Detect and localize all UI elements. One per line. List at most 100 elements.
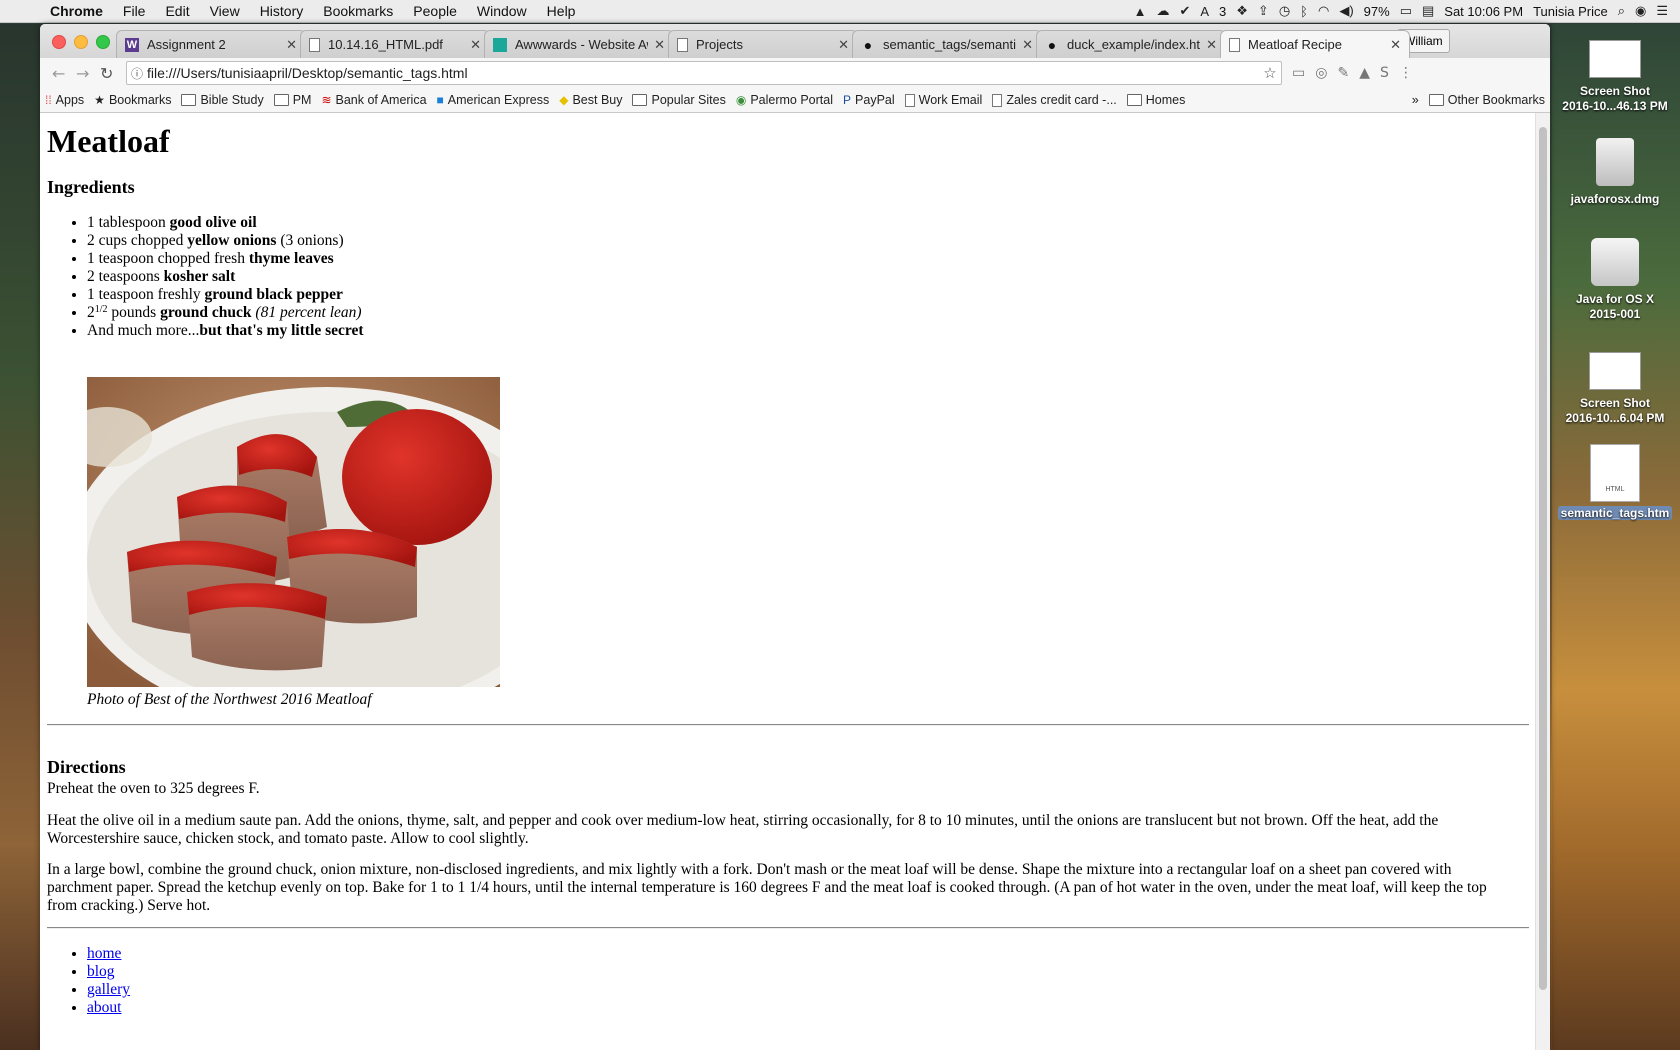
directions-heading: Directions bbox=[47, 757, 126, 777]
us-flag-icon[interactable]: ▤ bbox=[1422, 3, 1434, 19]
bookmark-star-icon[interactable]: ☆ bbox=[1259, 64, 1281, 82]
drive-icon[interactable]: ▲ bbox=[1134, 4, 1147, 19]
tab-projects[interactable]: Projects ✕ bbox=[668, 30, 858, 58]
scrollbar-thumb[interactable] bbox=[1539, 127, 1547, 990]
bookmark-label: Bible Study bbox=[200, 93, 264, 107]
bookmark-palermo-portal[interactable]: ◉ Palermo Portal bbox=[731, 93, 838, 107]
page-icon bbox=[992, 93, 1003, 107]
volume-icon[interactable]: ◀) bbox=[1339, 3, 1353, 19]
info-icon[interactable]: ⓘ bbox=[127, 65, 147, 82]
desktop-icon-label: 2016-10...46.13 PM bbox=[1562, 99, 1668, 113]
bookmark-popular-sites[interactable]: Popular Sites bbox=[627, 93, 730, 107]
close-tab-icon[interactable]: ✕ bbox=[838, 37, 849, 53]
tab-html-pdf[interactable]: 10.14.16_HTML.pdf ✕ bbox=[300, 30, 490, 58]
menu-help[interactable]: Help bbox=[537, 3, 586, 19]
bookmark-american-express[interactable]: ■ American Express bbox=[432, 93, 555, 107]
address-bar[interactable]: ⓘ file:///Users/tunisiaapril/Desktop/sem… bbox=[126, 61, 1282, 85]
menu-window[interactable]: Window bbox=[467, 3, 537, 19]
bookmark-homes[interactable]: Homes bbox=[1122, 93, 1191, 107]
checkmark-icon[interactable]: ✔ bbox=[1179, 3, 1190, 19]
bookmark-paypal[interactable]: P PayPal bbox=[838, 93, 900, 107]
menu-bookmarks[interactable]: Bookmarks bbox=[313, 3, 403, 19]
page-scrollbar[interactable] bbox=[1535, 113, 1550, 1050]
close-window-button[interactable] bbox=[52, 35, 66, 49]
bookmark-label: PM bbox=[292, 93, 312, 107]
ingredient-amount: 2 cups chopped bbox=[87, 232, 188, 249]
tab-assignment-2[interactable]: W Assignment 2 ✕ bbox=[116, 30, 306, 58]
bookmark-label: Homes bbox=[1145, 93, 1186, 107]
skype-icon[interactable]: S bbox=[1380, 65, 1389, 81]
bookmark-bible-study[interactable]: Bible Study bbox=[176, 93, 268, 107]
time-machine-icon[interactable]: ◷ bbox=[1279, 3, 1290, 19]
close-tab-icon[interactable]: ✕ bbox=[1206, 37, 1217, 53]
bluetooth-icon[interactable]: ᛒ bbox=[1300, 4, 1308, 19]
extension-icon[interactable]: ◎ bbox=[1315, 65, 1327, 81]
menu-view[interactable]: View bbox=[200, 3, 250, 19]
maximize-window-button[interactable] bbox=[96, 35, 110, 49]
close-tab-icon[interactable]: ✕ bbox=[1390, 37, 1401, 53]
dropbox-icon[interactable]: ❖ bbox=[1236, 3, 1248, 19]
disk-image-icon bbox=[1591, 238, 1639, 286]
creative-cloud-icon[interactable]: ☁ bbox=[1156, 3, 1169, 19]
desktop-icon-javaforosx-dmg[interactable]: javaforosx.dmg bbox=[1555, 138, 1675, 207]
forward-arrow-icon[interactable]: → bbox=[76, 64, 89, 83]
notification-center-icon[interactable]: ☰ bbox=[1656, 3, 1668, 19]
nav-link-gallery[interactable]: gallery bbox=[87, 981, 130, 998]
user-name[interactable]: Tunisia Price bbox=[1533, 4, 1608, 19]
bookmarks-overflow-button[interactable]: » bbox=[1407, 93, 1424, 107]
address-url[interactable]: file:///Users/tunisiaapril/Desktop/seman… bbox=[147, 65, 1259, 81]
back-arrow-icon[interactable]: ← bbox=[52, 64, 65, 83]
wifi-icon[interactable]: ◠ bbox=[1318, 3, 1329, 19]
nav-link-blog[interactable]: blog bbox=[87, 963, 115, 980]
cast-icon[interactable]: ▭ bbox=[1292, 65, 1305, 81]
menu-history[interactable]: History bbox=[250, 3, 314, 19]
tab-semantic-tags[interactable]: ● semantic_tags/semantic ✕ bbox=[852, 30, 1042, 58]
battery-percent[interactable]: 97% bbox=[1364, 4, 1390, 19]
apps-grid-icon: ⁞⁞ bbox=[45, 93, 52, 107]
bookmark-pm[interactable]: PM bbox=[269, 93, 317, 107]
nav-link-home[interactable]: home bbox=[87, 945, 121, 962]
spotlight-search-icon[interactable]: ⌕ bbox=[1618, 3, 1625, 19]
desktop-icon-screenshot-2[interactable]: Screen Shot 2016-10...6.04 PM bbox=[1555, 352, 1675, 426]
close-tab-icon[interactable]: ✕ bbox=[1022, 37, 1033, 53]
close-tab-icon[interactable]: ✕ bbox=[654, 37, 665, 53]
menu-file[interactable]: File bbox=[113, 3, 156, 19]
menu-people[interactable]: People bbox=[403, 3, 467, 19]
bookmark-other-bookmarks[interactable]: Other Bookmarks bbox=[1424, 93, 1550, 107]
chrome-menu-icon[interactable]: ⋮ bbox=[1399, 65, 1413, 81]
ingredient-amount: 1 teaspoon chopped fresh bbox=[87, 250, 249, 267]
tab-duck-example[interactable]: ● duck_example/index.htm ✕ bbox=[1036, 30, 1226, 58]
upload-icon[interactable]: ⇪ bbox=[1258, 3, 1269, 19]
eyedropper-icon[interactable]: ✎ bbox=[1337, 65, 1349, 81]
bookmark-bookmarks[interactable]: ★ Bookmarks bbox=[89, 93, 176, 107]
bookmark-work-email[interactable]: Work Email bbox=[900, 93, 988, 107]
ingredient-amount: 2 teaspoons bbox=[87, 268, 164, 285]
footer-divider bbox=[47, 927, 1529, 929]
desktop-icon-semantic-tags-html[interactable]: HTML semantic_tags.htm bbox=[1555, 444, 1675, 521]
reload-icon[interactable]: ↻ bbox=[100, 64, 113, 83]
bookmark-bank-of-america[interactable]: ≋ Bank of America bbox=[316, 93, 431, 107]
bookmark-apps[interactable]: ⁞⁞ Apps bbox=[40, 93, 89, 107]
tab-title: Assignment 2 bbox=[147, 37, 226, 52]
battery-icon[interactable]: ▭ bbox=[1400, 3, 1412, 19]
nav-link-about[interactable]: about bbox=[87, 999, 121, 1016]
tab-title: Awwwards - Website Aw bbox=[515, 37, 649, 52]
bookmark-best-buy[interactable]: ◆ Best Buy bbox=[554, 93, 627, 107]
html-file-icon: HTML bbox=[1590, 444, 1640, 502]
siri-icon[interactable]: ◉ bbox=[1635, 3, 1646, 19]
minimize-window-button[interactable] bbox=[74, 35, 88, 49]
tab-awwwards[interactable]: Awwwards - Website Aw ✕ bbox=[484, 30, 674, 58]
desktop-icon-label: Screen Shot bbox=[1579, 396, 1651, 410]
nav-item: blog bbox=[87, 963, 130, 981]
menu-app-name[interactable]: Chrome bbox=[40, 3, 113, 19]
clock[interactable]: Sat 10:06 PM bbox=[1444, 4, 1523, 19]
close-tab-icon[interactable]: ✕ bbox=[470, 37, 481, 53]
desktop-icon-java-disk[interactable]: Java for OS X 2015-001 bbox=[1555, 238, 1675, 322]
menu-edit[interactable]: Edit bbox=[155, 3, 199, 19]
desktop-icon-screenshot-1[interactable]: Screen Shot 2016-10...46.13 PM bbox=[1555, 40, 1675, 114]
adobe-icon[interactable]: A bbox=[1200, 4, 1209, 19]
tab-meatloaf-recipe[interactable]: Meatloaf Recipe ✕ bbox=[1220, 30, 1410, 58]
close-tab-icon[interactable]: ✕ bbox=[286, 37, 297, 53]
drive-extension-icon[interactable]: ▲ bbox=[1359, 65, 1370, 81]
bookmark-zales[interactable]: Zales credit card -... bbox=[987, 93, 1121, 107]
